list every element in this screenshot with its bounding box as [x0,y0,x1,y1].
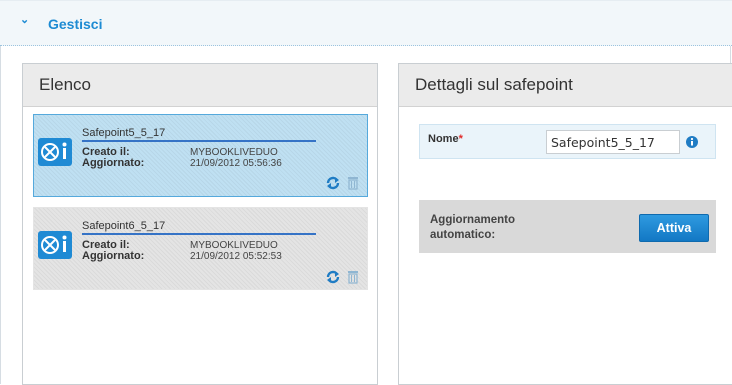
updated-label: Aggiornato: [82,157,145,169]
name-underline [82,140,316,142]
safepoint-name-input[interactable] [546,130,680,154]
refresh-icon[interactable] [326,270,340,284]
safepoint-name[interactable]: Safepoint5_5_17 [82,127,165,139]
trash-icon[interactable] [347,270,359,284]
section-title: Gestisci [48,16,103,32]
info-icon[interactable] [686,136,698,148]
updated-label: Aggiornato: [82,250,145,262]
name-field-row: Nome* [419,124,716,159]
manage-section-header[interactable]: ⌄ Gestisci [0,0,732,46]
safepoint-list-item[interactable]: Safepoint5_5_17 Creato il: MYBOOKLIVEDUO… [33,114,368,197]
name-label: Nome* [428,133,463,145]
created-value: MYBOOKLIVEDUO [190,240,278,251]
name-underline [82,233,316,235]
safepoint-icon [38,138,72,166]
safepoint-details-panel: Dettagli sul safepoint Nome* Aggiornamen… [398,63,732,385]
details-panel-title: Dettagli sul safepoint [399,64,732,107]
activate-button[interactable]: Attiva [639,214,709,242]
list-panel-title: Elenco [23,64,377,107]
created-value: MYBOOKLIVEDUO [190,147,278,158]
safepoint-icon [38,231,72,259]
auto-update-label: Aggiornamento automatico: [430,214,515,241]
safepoint-list-panel: Elenco Safepoint5_5_17 Creato il: MYBOOK… [22,63,378,385]
trash-icon[interactable] [347,176,359,190]
chevron-down-icon[interactable]: ⌄ [20,13,29,26]
safepoint-name[interactable]: Safepoint6_5_17 [82,220,165,232]
safepoint-list-item[interactable]: Safepoint6_5_17 Creato il: MYBOOKLIVEDUO… [33,207,368,290]
refresh-icon[interactable] [326,176,340,190]
auto-update-row: Aggiornamento automatico: Attiva [419,200,716,253]
required-marker: * [458,133,463,145]
updated-value: 21/09/2012 05:52:53 [190,251,282,262]
updated-value: 21/09/2012 05:56:36 [190,158,282,169]
